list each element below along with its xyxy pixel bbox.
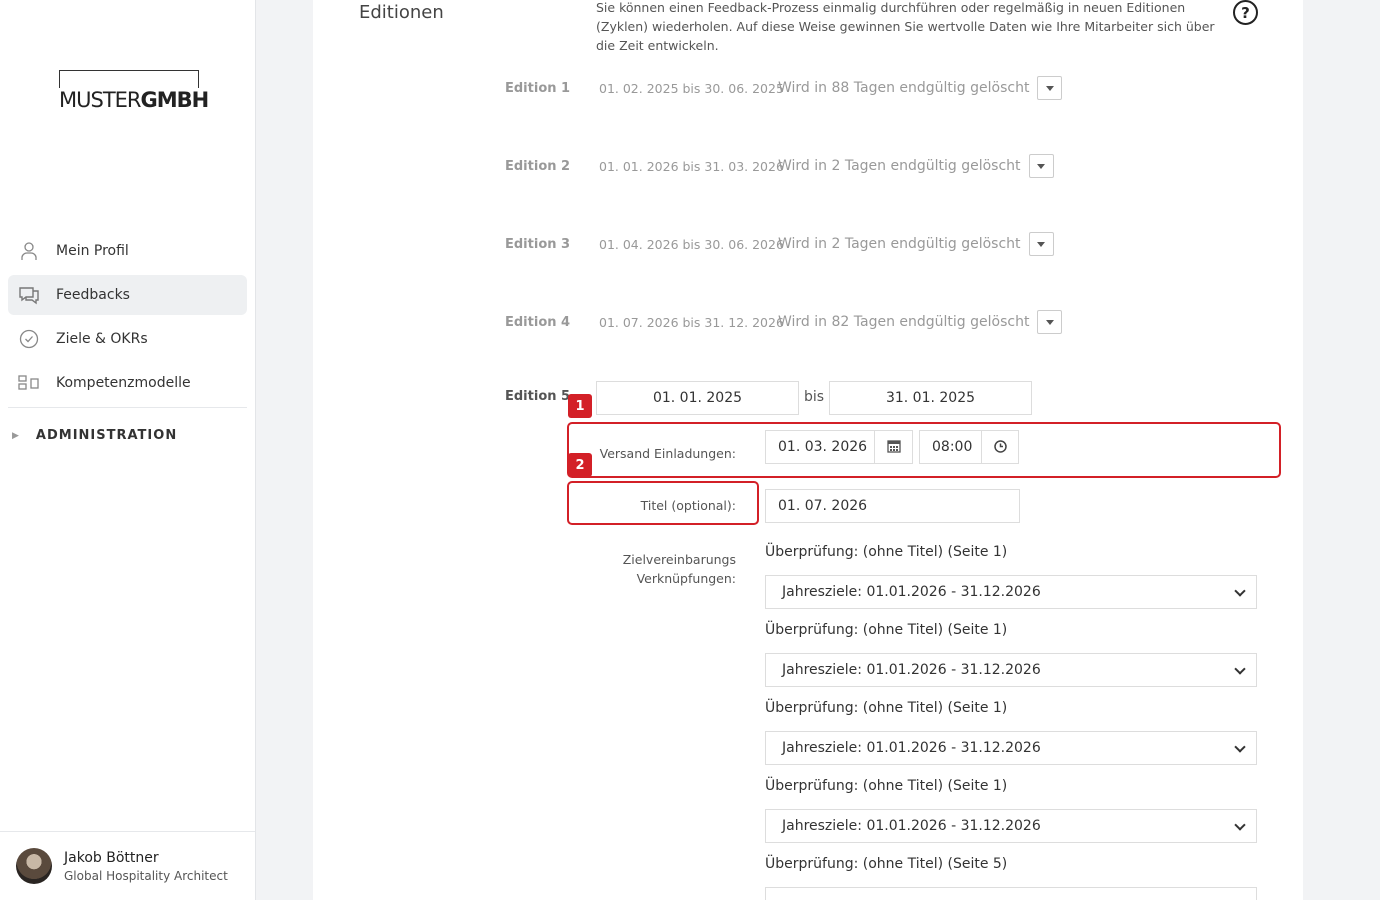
nav-item-feedbacks[interactable]: Feedbacks bbox=[8, 275, 247, 315]
edition-dates: 01. 01. 2026 bis 31. 03. 2026 bbox=[599, 158, 784, 174]
link-title: Überprüfung: (ohne Titel) (Seite 1) bbox=[765, 778, 1008, 794]
ziel-select[interactable]: Jahresziele: 01.01.2026 - 31.12.2026 bbox=[765, 653, 1257, 687]
edition-row: Edition 4 01. 07. 2026 bis 31. 12. 2026 … bbox=[505, 310, 1063, 334]
user-divider bbox=[0, 831, 255, 832]
ziel-select-value: Jahresziele: 01.01.2026 - 31.12.2026 bbox=[782, 662, 1041, 678]
edition-dropdown-button[interactable] bbox=[1028, 154, 1054, 178]
company-logo[interactable]: MUSTERGMBH bbox=[59, 70, 213, 112]
clock-icon bbox=[993, 438, 1007, 457]
logo-text-light: MUSTER bbox=[59, 88, 142, 112]
clock-button[interactable] bbox=[981, 430, 1019, 464]
admin-section-toggle[interactable]: ▶ ADMINISTRATION bbox=[12, 428, 177, 443]
user-role: Global Hospitality Architect bbox=[64, 868, 228, 883]
ziel-select[interactable]: Jahresziele: 01.01.2026 - 31.12.2026 bbox=[765, 575, 1257, 609]
nav-item-kompetenzmodelle[interactable]: Kompetenzmodelle bbox=[8, 363, 247, 403]
nav-label: Mein Profil bbox=[56, 243, 129, 259]
bis-label: bis bbox=[804, 389, 825, 405]
edition-5-label: Edition 5 bbox=[505, 389, 571, 404]
edition-label: Edition 2 bbox=[505, 158, 571, 174]
edition-dropdown-button[interactable] bbox=[1037, 310, 1063, 334]
intro-text: Sie können einen Feedback-Prozess einmal… bbox=[596, 0, 1215, 53]
ziel-label: Zielvereinbarungs Verknüpfungen: bbox=[560, 550, 736, 588]
model-icon bbox=[18, 372, 40, 394]
ziel-select-value: Jahresziele: 01.01.2026 - 31.12.2026 bbox=[782, 818, 1041, 834]
section-title: Editionen bbox=[359, 2, 444, 23]
edition-label: Edition 3 bbox=[505, 236, 571, 252]
ziel-select[interactable]: Jahresziele: 01.01.2026 - 31.12.2026 bbox=[765, 809, 1257, 843]
link-title: Überprüfung: (ohne Titel) (Seite 1) bbox=[765, 700, 1008, 716]
nav-item-mein-profil[interactable]: Mein Profil bbox=[8, 231, 247, 271]
user-icon bbox=[18, 240, 40, 262]
chat-icon bbox=[18, 284, 40, 306]
check-circle-icon bbox=[18, 328, 40, 350]
titel-input[interactable]: 01. 07. 2026 bbox=[765, 489, 1020, 523]
edition-row: Edition 3 01. 04. 2026 bis 30. 06. 2026 … bbox=[505, 232, 1054, 256]
help-icon[interactable]: ? bbox=[1233, 0, 1258, 25]
titel-label: Titel (optional): bbox=[640, 498, 736, 513]
caret-right-icon: ▶ bbox=[12, 430, 20, 441]
edition-status: Wird in 82 Tagen endgültig gelöscht bbox=[778, 314, 1030, 330]
edition-status: Wird in 2 Tagen endgültig gelöscht bbox=[778, 236, 1021, 252]
versand-time-input[interactable]: 08:00 bbox=[919, 430, 982, 464]
edition-dropdown-button[interactable] bbox=[1037, 76, 1063, 100]
edition-dates: 01. 04. 2026 bis 30. 06. 2026 bbox=[599, 236, 784, 252]
versand-date-input[interactable]: 01. 03. 2026 bbox=[765, 430, 875, 464]
user-name: Jakob Böttner bbox=[64, 849, 159, 866]
link-title: Überprüfung: (ohne Titel) (Seite 5) bbox=[765, 856, 1008, 872]
chevron-down-icon bbox=[1234, 741, 1246, 753]
edition-row: Edition 1 01. 02. 2025 bis 30. 06. 2025 … bbox=[505, 76, 1063, 100]
chevron-down-icon bbox=[1234, 663, 1246, 675]
nav-item-ziele-okrs[interactable]: Ziele & OKRs bbox=[8, 319, 247, 359]
logo-text-bold: GMBH bbox=[140, 88, 210, 112]
ziel-select-value: Jahresziele: 01.01.2026 - 31.12.2026 bbox=[782, 740, 1041, 756]
calendar-button[interactable] bbox=[874, 430, 913, 464]
admin-label: ADMINISTRATION bbox=[35, 428, 178, 443]
ziel-label-line-1: Zielvereinbarungs bbox=[622, 552, 736, 567]
edition-dates: 01. 02. 2025 bis 30. 06. 2025 bbox=[599, 80, 784, 96]
nav-label: Feedbacks bbox=[56, 287, 130, 303]
link-title: Überprüfung: (ohne Titel) (Seite 1) bbox=[765, 544, 1008, 560]
edition-status: Wird in 88 Tagen endgültig gelöscht bbox=[778, 80, 1030, 96]
chevron-down-icon bbox=[1234, 819, 1246, 831]
edition-label: Edition 4 bbox=[505, 314, 571, 330]
edition-5-start-input[interactable]: 01. 01. 2025 bbox=[596, 381, 799, 415]
annotation-badge-1: 1 bbox=[568, 394, 592, 418]
edition-status: Wird in 2 Tagen endgültig gelöscht bbox=[778, 158, 1021, 174]
sidebar: MUSTERGMBH Mein Profil Feedbacks Ziele &… bbox=[0, 0, 256, 900]
versand-label: Versand Einladungen: bbox=[599, 446, 736, 461]
nav-divider bbox=[8, 407, 247, 408]
user-profile[interactable]: Jakob Böttner Global Hospitality Archite… bbox=[16, 848, 228, 884]
ziel-select[interactable] bbox=[765, 887, 1257, 900]
edition-row: Edition 2 01. 01. 2026 bis 31. 03. 2026 … bbox=[505, 154, 1054, 178]
calendar-icon bbox=[886, 438, 901, 457]
ziel-label-line-2: Verknüpfungen: bbox=[636, 571, 736, 586]
link-title: Überprüfung: (ohne Titel) (Seite 1) bbox=[765, 622, 1008, 638]
edition-label: Edition 1 bbox=[505, 80, 571, 96]
edition-dates: 01. 07. 2026 bis 31. 12. 2026 bbox=[599, 314, 784, 330]
ziel-select-value: Jahresziele: 01.01.2026 - 31.12.2026 bbox=[782, 584, 1041, 600]
ziel-select[interactable]: Jahresziele: 01.01.2026 - 31.12.2026 bbox=[765, 731, 1257, 765]
chevron-down-icon bbox=[1234, 585, 1246, 597]
main-nav: Mein Profil Feedbacks Ziele & OKRs Kompe… bbox=[8, 231, 247, 407]
edition-5-end-input[interactable]: 31. 01. 2025 bbox=[829, 381, 1032, 415]
nav-label: Kompetenzmodelle bbox=[56, 375, 191, 391]
nav-label: Ziele & OKRs bbox=[56, 331, 148, 347]
avatar bbox=[16, 848, 52, 884]
edition-dropdown-button[interactable] bbox=[1028, 232, 1054, 256]
